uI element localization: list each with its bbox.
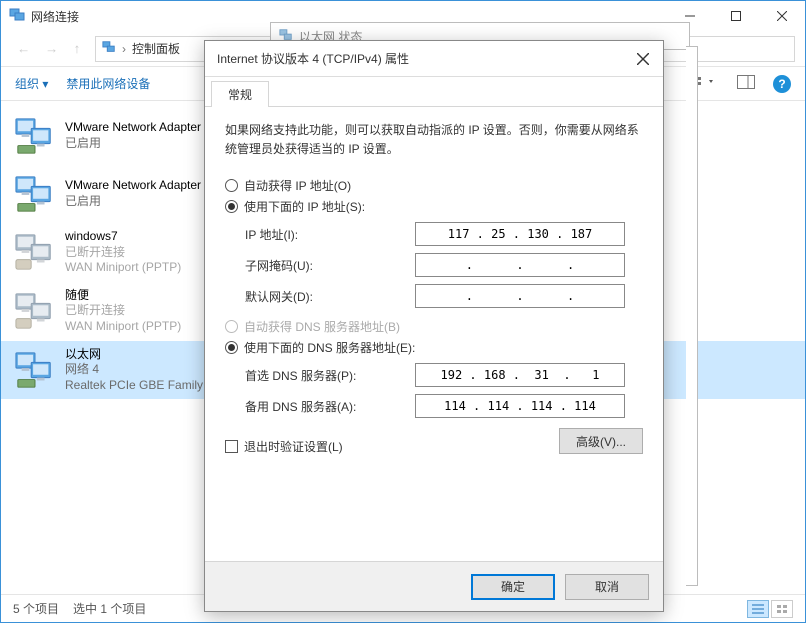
radio-icon [225, 320, 238, 333]
radio-manual-ip[interactable]: 使用下面的 IP 地址(S): [225, 198, 643, 215]
connection-text: windows7已断开连接WAN Miniport (PPTP) [65, 229, 181, 276]
preview-pane-button[interactable] [737, 75, 755, 92]
ok-button[interactable]: 确定 [471, 574, 555, 600]
dialog-footer: 确定 取消 [205, 561, 663, 611]
default-gateway-input[interactable]: . . . [415, 284, 625, 308]
network-adapter-icon [13, 289, 57, 333]
network-icon [9, 7, 25, 26]
connection-text: 随便已断开连接WAN Miniport (PPTP) [65, 288, 181, 335]
dialog-tabbar: 常规 [205, 77, 663, 107]
connection-name: 随便 [65, 288, 181, 304]
validate-on-exit-checkbox[interactable]: 退出时验证设置(L) [225, 438, 559, 455]
subnet-mask-input[interactable]: . . . [415, 253, 625, 277]
cancel-button[interactable]: 取消 [565, 574, 649, 600]
close-button[interactable] [759, 1, 805, 31]
organize-menu[interactable]: 组织 ▾ [15, 75, 48, 92]
radio-manual-dns[interactable]: 使用下面的 DNS 服务器地址(E): [225, 339, 643, 356]
dialog-description: 如果网络支持此功能，则可以获取自动指派的 IP 设置。否则，你需要从网络系统管理… [225, 121, 643, 159]
radio-manual-dns-label: 使用下面的 DNS 服务器地址(E): [244, 339, 415, 356]
radio-icon [225, 179, 238, 192]
ip-address-label: IP 地址(I): [245, 226, 415, 243]
icons-view-icon[interactable] [771, 600, 793, 618]
dialog-close-button[interactable] [631, 47, 655, 71]
status-item-count: 5 个项目 [13, 600, 59, 617]
radio-auto-ip[interactable]: 自动获得 IP 地址(O) [225, 177, 643, 194]
advanced-button[interactable]: 高级(V)... [559, 428, 643, 454]
network-icon [102, 40, 116, 57]
status-selected-count: 选中 1 个项目 [73, 600, 146, 617]
radio-auto-dns-label: 自动获得 DNS 服务器地址(B) [244, 318, 400, 335]
validate-on-exit-label: 退出时验证设置(L) [244, 438, 343, 455]
help-icon[interactable]: ? [773, 75, 791, 93]
dialog-titlebar: Internet 协议版本 4 (TCP/IPv4) 属性 [205, 41, 663, 77]
breadcrumb-item[interactable]: 控制面板 [132, 40, 180, 57]
preferred-dns-label: 首选 DNS 服务器(P): [245, 367, 415, 384]
radio-auto-ip-label: 自动获得 IP 地址(O) [244, 177, 351, 194]
window-title: 网络连接 [31, 8, 79, 25]
nav-forward-button[interactable]: → [39, 39, 59, 59]
subnet-mask-label: 子网掩码(U): [245, 257, 415, 274]
ghost-window-edge [686, 46, 698, 586]
network-adapter-icon [13, 114, 57, 158]
network-adapter-icon [13, 172, 57, 216]
connection-device: WAN Miniport (PPTP) [65, 319, 181, 335]
connection-status: 已断开连接 [65, 303, 181, 319]
nav-back-button[interactable]: ← [11, 39, 31, 59]
connection-device: WAN Miniport (PPTP) [65, 260, 181, 276]
alternate-dns-input[interactable]: 114 . 114 . 114 . 114 [415, 394, 625, 418]
connection-name: windows7 [65, 229, 181, 245]
alternate-dns-label: 备用 DNS 服务器(A): [245, 398, 415, 415]
radio-auto-dns: 自动获得 DNS 服务器地址(B) [225, 318, 643, 335]
network-adapter-icon [13, 230, 57, 274]
ip-address-input[interactable]: 117 . 25 . 130 . 187 [415, 222, 625, 246]
radio-manual-ip-label: 使用下面的 IP 地址(S): [244, 198, 365, 215]
radio-icon [225, 200, 238, 213]
tab-general[interactable]: 常规 [211, 81, 269, 107]
dialog-title: Internet 协议版本 4 (TCP/IPv4) 属性 [217, 50, 409, 67]
radio-icon [225, 341, 238, 354]
checkbox-icon [225, 440, 238, 453]
details-view-icon[interactable] [747, 600, 769, 618]
ipv4-properties-dialog: Internet 协议版本 4 (TCP/IPv4) 属性 常规 如果网络支持此… [204, 40, 664, 612]
default-gateway-label: 默认网关(D): [245, 288, 415, 305]
maximize-button[interactable] [713, 1, 759, 31]
network-adapter-icon [13, 348, 57, 392]
breadcrumb-sep: › [122, 42, 126, 56]
preferred-dns-input[interactable]: 192 . 168 . 31 . 1 [415, 363, 625, 387]
view-toggles[interactable] [747, 600, 793, 618]
disable-device-button[interactable]: 禁用此网络设备 [66, 75, 150, 92]
nav-up-button[interactable]: ↑ [67, 39, 87, 59]
connection-status: 已断开连接 [65, 245, 181, 261]
